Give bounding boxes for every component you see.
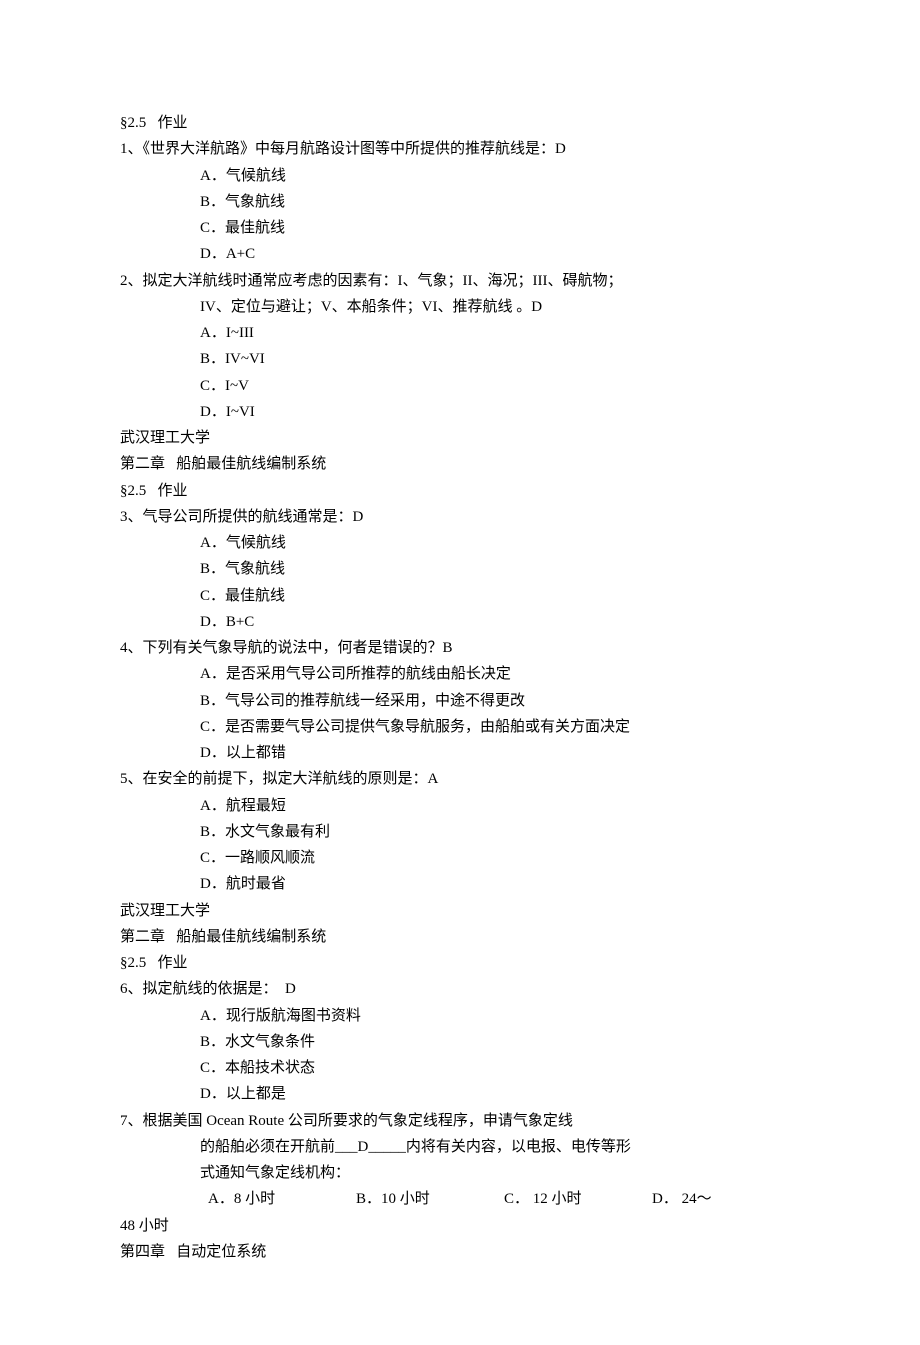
question-cont: IV、定位与避让；V、本船条件；VI、推荐航线 。D <box>120 294 800 320</box>
university-name: 武汉理工大学 <box>120 898 800 924</box>
option-b: B．10 小时 <box>356 1186 504 1212</box>
option-a: A．8 小时 <box>208 1186 356 1212</box>
option-c: C．最佳航线 <box>120 583 800 609</box>
question-text: 2、拟定大洋航线时通常应考虑的因素有：I、气象；II、海况；III、碍航物； <box>120 268 800 294</box>
chapter-title: 第二章 船舶最佳航线编制系统 <box>120 924 800 950</box>
option-d-cont: 48 小时 <box>120 1213 800 1239</box>
section-heading: §2.5 作业 <box>120 110 800 136</box>
option-d: D．A+C <box>120 241 800 267</box>
option-d: D．以上都是 <box>120 1081 800 1107</box>
option-b: B．水文气象最有利 <box>120 819 800 845</box>
option-c: C． 12 小时 <box>504 1186 652 1212</box>
question-cont: 的船舶必须在开航前___D_____内将有关内容，以电报、电传等形 <box>120 1134 800 1160</box>
options-row: A．8 小时 B．10 小时 C． 12 小时 D． 24～ <box>120 1186 800 1212</box>
question-text: 7、根据美国 Ocean Route 公司所要求的气象定线程序，申请气象定线 <box>120 1108 800 1134</box>
option-a: A．现行版航海图书资料 <box>120 1003 800 1029</box>
option-c: C．一路顺风顺流 <box>120 845 800 871</box>
option-c: C．I~V <box>120 373 800 399</box>
option-d: D．以上都错 <box>120 740 800 766</box>
option-b: B．气象航线 <box>120 556 800 582</box>
option-b: B．气导公司的推荐航线一经采用，中途不得更改 <box>120 688 800 714</box>
option-a: A．航程最短 <box>120 793 800 819</box>
option-c: C．是否需要气导公司提供气象导航服务，由船舶或有关方面决定 <box>120 714 800 740</box>
option-b: B．IV~VI <box>120 346 800 372</box>
section-heading: §2.5 作业 <box>120 950 800 976</box>
option-d: D．航时最省 <box>120 871 800 897</box>
option-d: D．B+C <box>120 609 800 635</box>
option-a: A．气候航线 <box>120 163 800 189</box>
university-name: 武汉理工大学 <box>120 425 800 451</box>
question-text: 5、在安全的前提下，拟定大洋航线的原则是：A <box>120 766 800 792</box>
option-a: A．气候航线 <box>120 530 800 556</box>
option-c: C．本船技术状态 <box>120 1055 800 1081</box>
chapter-title: 第二章 船舶最佳航线编制系统 <box>120 451 800 477</box>
question-text: 4、下列有关气象导航的说法中，何者是错误的？B <box>120 635 800 661</box>
option-d: D． 24～ <box>652 1186 800 1212</box>
section-heading: §2.5 作业 <box>120 478 800 504</box>
question-text: 6、拟定航线的依据是： D <box>120 976 800 1002</box>
question-text: 3、气导公司所提供的航线通常是：D <box>120 504 800 530</box>
option-a: A．是否采用气导公司所推荐的航线由船长决定 <box>120 661 800 687</box>
option-b: B．水文气象条件 <box>120 1029 800 1055</box>
chapter-title: 第四章 自动定位系统 <box>120 1239 800 1265</box>
option-d: D．I~VI <box>120 399 800 425</box>
option-c: C．最佳航线 <box>120 215 800 241</box>
option-a: A．I~III <box>120 320 800 346</box>
option-b: B．气象航线 <box>120 189 800 215</box>
question-cont: 式通知气象定线机构： <box>120 1160 800 1186</box>
question-text: 1、《世界大洋航路》中每月航路设计图等中所提供的推荐航线是：D <box>120 136 800 162</box>
